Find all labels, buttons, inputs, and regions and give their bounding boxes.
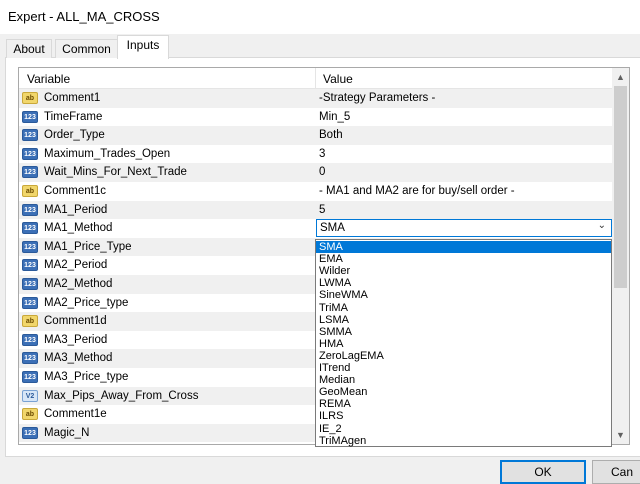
dropdown-option[interactable]: LSMA — [316, 314, 611, 326]
dropdown-option[interactable]: ITrend — [316, 362, 611, 374]
grid-row[interactable]: 123 Wait_Mins_For_Next_Trade 0 — [19, 163, 612, 182]
column-divider[interactable] — [315, 68, 316, 88]
ma1-method-select[interactable]: SMA ⌄ — [316, 219, 612, 238]
variable-value[interactable]: 0 — [319, 166, 325, 178]
window-title: Expert - ALL_MA_CROSS — [8, 9, 160, 24]
grid-header: Variable Value — [19, 68, 612, 89]
column-header-value[interactable]: Value — [323, 72, 353, 86]
int-icon: 123 — [22, 371, 38, 383]
variable-name: Comment1d — [44, 315, 107, 328]
dropdown-option[interactable]: REMA — [316, 398, 611, 410]
grid-row[interactable]: 123 Maximum_Trades_Open 3 — [19, 145, 612, 164]
double-icon: V2 — [22, 389, 38, 402]
grid-row[interactable]: 123 MA1_Method SMA ⌄ — [19, 219, 612, 238]
variable-name: Comment1 — [44, 92, 101, 104]
variable-name: MA1_Method — [44, 222, 113, 235]
ma-method-dropdown-list[interactable]: SMA EMA Wilder LWMA SineWMA TriMA LSMA SMMA HMA Z… — [315, 239, 612, 447]
variable-name: MA3_Method — [44, 352, 113, 365]
int-icon: 123 — [22, 426, 38, 439]
variable-value[interactable]: - MA1 and MA2 are for buy/sell order - — [319, 185, 515, 197]
int-icon: 123 — [22, 296, 38, 309]
variable-value[interactable]: Both — [319, 129, 343, 141]
variable-value[interactable]: -Strategy Parameters - — [319, 92, 435, 104]
int-icon: 123 — [22, 259, 38, 272]
variable-name: MA2_Method — [44, 278, 113, 290]
grid-row[interactable]: ab Comment1 -Strategy Parameters - — [19, 89, 612, 108]
int-icon: 123 — [22, 203, 38, 216]
variable-name: MA3_Price_type — [44, 371, 129, 383]
grid-row[interactable]: 123 MA1_Period 5 — [19, 200, 612, 220]
int-icon: 123 — [22, 147, 38, 160]
grid-row[interactable]: 123 TimeFrame Min_5 — [19, 108, 612, 127]
ok-button[interactable]: OK — [500, 460, 586, 484]
string-icon: ab — [22, 315, 38, 328]
variable-name: Order_Type — [44, 129, 105, 142]
dropdown-option[interactable]: Wilder — [316, 265, 611, 277]
dropdown-option[interactable]: IE_2 — [316, 423, 611, 435]
dropdown-option[interactable]: EMA — [316, 253, 611, 265]
variable-name: MA2_Period — [44, 259, 108, 272]
tab-strip: About Common Inputs — [0, 34, 640, 59]
dropdown-option[interactable]: SineWMA — [316, 289, 611, 301]
variable-name: MA1_Price_Type — [44, 240, 132, 253]
grid-row[interactable]: 123 Order_Type Both — [19, 126, 612, 145]
scroll-up-icon[interactable]: ▲ — [615, 72, 626, 83]
title-bar: Expert - ALL_MA_CROSS — [0, 0, 640, 34]
string-icon: ab — [22, 408, 38, 421]
int-icon: 123 — [22, 222, 38, 235]
variable-name: Magic_N — [44, 426, 90, 439]
int-icon: 123 — [22, 333, 38, 346]
variable-name: Max_Pips_Away_From_Cross — [44, 389, 199, 402]
dropdown-option[interactable]: ZeroLagEMA — [316, 350, 611, 362]
variable-value[interactable]: 5 — [319, 204, 325, 216]
dropdown-option[interactable]: SMMA — [316, 326, 611, 338]
grid-row[interactable]: ab Comment1c - MA1 and MA2 are for buy/sel… — [19, 182, 612, 201]
tab-common[interactable]: Common — [55, 39, 118, 58]
variable-name: TimeFrame — [44, 110, 103, 123]
dropdown-option[interactable]: TriMAgen — [316, 435, 611, 447]
column-header-variable[interactable]: Variable — [27, 72, 70, 86]
chevron-down-icon[interactable]: ⌄ — [598, 220, 606, 231]
dropdown-option[interactable]: TriMA — [316, 302, 611, 314]
dropdown-option[interactable]: LWMA — [316, 277, 611, 289]
scroll-down-icon[interactable]: ▼ — [615, 430, 626, 441]
variable-name: Comment1e — [44, 408, 107, 421]
variable-name: MA3_Period — [44, 333, 108, 346]
int-icon: 123 — [22, 129, 38, 142]
variable-value[interactable]: Min_5 — [319, 111, 350, 123]
string-icon: ab — [22, 185, 38, 197]
int-icon: 123 — [22, 166, 38, 179]
dropdown-option[interactable]: HMA — [316, 338, 611, 350]
dropdown-option[interactable]: GeoMean — [316, 386, 611, 398]
int-icon: 123 — [22, 278, 38, 290]
int-icon: 123 — [22, 352, 38, 365]
variable-name: MA2_Price_type — [44, 296, 129, 309]
vertical-scrollbar[interactable]: ▲ ▼ — [612, 68, 629, 444]
variable-name: Wait_Mins_For_Next_Trade — [44, 166, 187, 179]
dropdown-option[interactable]: SMA — [316, 241, 611, 254]
dropdown-option[interactable]: Median — [316, 374, 611, 386]
int-icon: 123 — [22, 110, 38, 123]
variable-name: Comment1c — [44, 185, 106, 197]
select-value: SMA — [320, 222, 345, 235]
variable-value[interactable]: 3 — [319, 148, 325, 160]
string-icon: ab — [22, 92, 38, 104]
cancel-button[interactable]: Can — [592, 460, 640, 484]
tab-inputs[interactable]: Inputs — [117, 35, 169, 59]
dropdown-option[interactable]: ILRS — [316, 410, 611, 422]
variable-name: MA1_Period — [44, 203, 108, 216]
variable-name: Maximum_Trades_Open — [44, 147, 171, 160]
tab-about[interactable]: About — [6, 39, 52, 58]
scrollbar-thumb[interactable] — [614, 86, 627, 288]
int-icon: 123 — [22, 240, 38, 253]
